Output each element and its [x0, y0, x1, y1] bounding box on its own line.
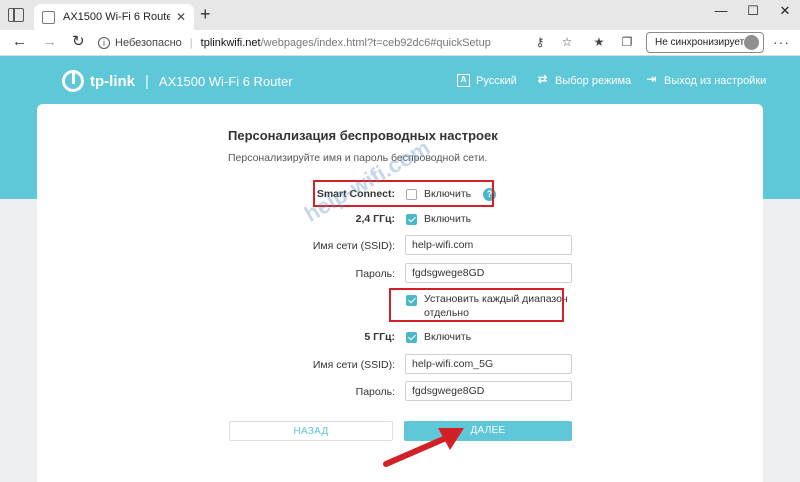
band-5-label: 5 ГГц:	[364, 331, 395, 343]
band-24-password-input[interactable]	[405, 263, 572, 283]
close-window-button[interactable]: ✕	[770, 2, 800, 20]
browser-menu-icon[interactable]: ···	[773, 34, 790, 50]
browser-tab-bar: AX1500 Wi-Fi 6 Router ✕ + — ☐ ✕	[0, 0, 800, 30]
language-icon: A	[457, 74, 470, 87]
tab-title: AX1500 Wi-Fi 6 Router	[63, 11, 170, 23]
favorites-icon[interactable]: ★	[592, 36, 606, 49]
back-wizard-button[interactable]: НАЗАД	[229, 421, 393, 441]
band-24-ssid-input[interactable]	[405, 235, 572, 255]
band-24-checkbox[interactable]	[406, 213, 417, 225]
band-5-password-label: Пароль:	[355, 386, 395, 398]
red-arrow-icon	[383, 428, 464, 467]
key-icon[interactable]: ⚷	[533, 36, 547, 49]
band-5-option: Включить	[424, 331, 472, 343]
info-icon[interactable]: i	[98, 37, 110, 49]
band-24-ssid-label: Имя сети (SSID):	[312, 240, 395, 252]
collections-icon[interactable]: ❐	[620, 36, 634, 49]
new-tab-button[interactable]: +	[200, 4, 211, 24]
minimize-button[interactable]: —	[706, 2, 736, 20]
page-subtitle: Персонализируйте имя и пароль беспроводн…	[228, 152, 488, 164]
security-status: Небезопасно	[115, 37, 182, 49]
avatar	[744, 35, 759, 50]
reload-button[interactable]: ↻	[72, 33, 85, 51]
browser-tab[interactable]: AX1500 Wi-Fi 6 Router ✕	[34, 4, 194, 30]
band-5-ssid-label: Имя сети (SSID):	[312, 359, 395, 371]
router-page: tp-link | AX1500 Wi-Fi 6 Router A Русски…	[0, 56, 800, 482]
language-label: Русский	[476, 74, 517, 87]
maximize-button[interactable]: ☐	[738, 2, 768, 20]
band-24-option: Включить	[424, 213, 472, 225]
band-24-password-label: Пароль:	[355, 268, 395, 280]
brand-logo: tp-link | AX1500 Wi-Fi 6 Router	[62, 70, 293, 92]
switch-mode-icon: ⇄	[537, 72, 548, 86]
band-5-row: Включить	[406, 327, 471, 347]
browser-toolbar: ← → ↻ i Небезопасно | tplinkwifi.net /we…	[0, 30, 800, 56]
logo-divider: |	[145, 72, 149, 90]
separate-bands-highlight	[389, 288, 564, 322]
sync-label: Не синхронизируется	[655, 37, 755, 48]
mode-select-label: Выбор режима	[555, 74, 632, 87]
add-favorite-icon[interactable]: ☆	[560, 36, 574, 49]
logout-label: Выход из настройки	[664, 74, 767, 87]
language-selector[interactable]: A Русский	[457, 74, 517, 87]
mode-select-link[interactable]: ⇄ Выбор режима	[536, 72, 632, 87]
exit-icon: ⇥	[646, 72, 657, 86]
band-5-password-input[interactable]	[405, 381, 572, 401]
logo-word: tp-link	[90, 72, 135, 90]
page-title: Персонализация беспроводных настроек	[228, 128, 498, 143]
tp-link-logo-icon	[62, 70, 84, 92]
band-5-checkbox[interactable]	[406, 331, 417, 343]
url-host: tplinkwifi.net	[200, 37, 261, 49]
profile-sync-button[interactable]: Не синхронизируется	[646, 32, 764, 53]
back-button[interactable]: ←	[12, 33, 27, 51]
url-path: /webpages/index.html?t=ceb92dc6#quickSet…	[260, 37, 491, 49]
forward-button[interactable]: →	[42, 33, 57, 51]
router-model: AX1500 Wi-Fi 6 Router	[158, 73, 293, 89]
page-favicon-icon	[42, 10, 55, 24]
tab-close-icon[interactable]: ✕	[176, 10, 186, 24]
tab-actions-icon[interactable]	[8, 8, 24, 22]
address-bar[interactable]: i Небезопасно | tplinkwifi.net /webpages…	[98, 32, 578, 54]
band-5-ssid-input[interactable]	[405, 354, 572, 374]
address-separator: |	[189, 37, 193, 49]
logout-link[interactable]: ⇥ Выход из настройки	[645, 72, 767, 87]
band-24-row: Включить	[406, 209, 471, 229]
